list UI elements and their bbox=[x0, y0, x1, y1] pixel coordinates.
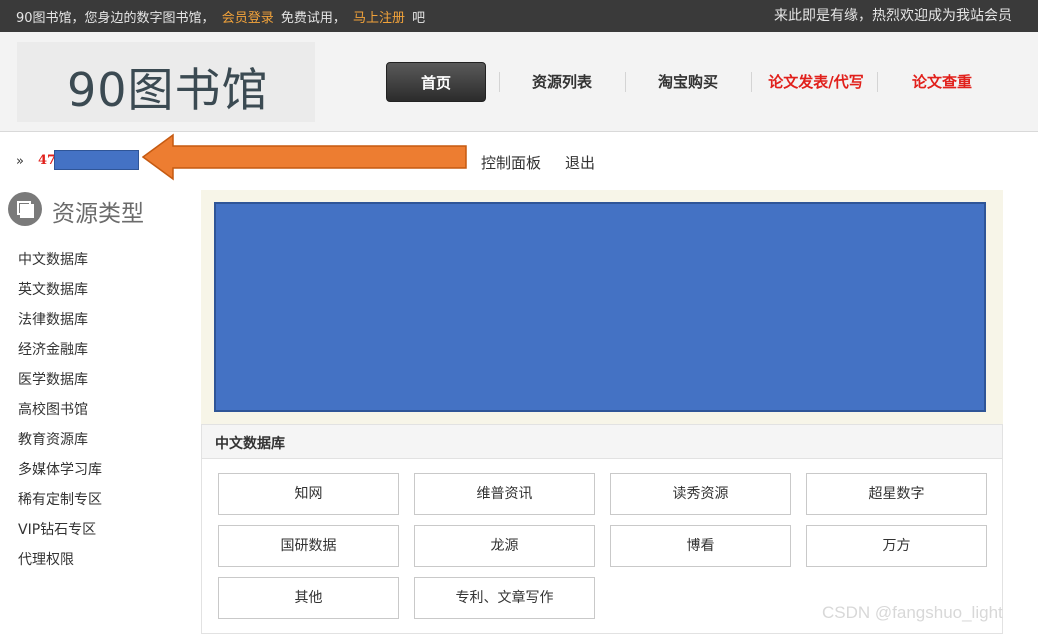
sidebar-item-education-db[interactable]: 教育资源库 bbox=[18, 430, 102, 460]
logout-link[interactable]: 退出 bbox=[565, 152, 595, 173]
logo-text: 90图书馆 bbox=[67, 63, 269, 117]
db-button-cnki[interactable]: 知网 bbox=[218, 473, 399, 515]
db-button-patent-writing[interactable]: 专利、文章写作 bbox=[414, 577, 595, 619]
sidebar-item-english-db[interactable]: 英文数据库 bbox=[18, 280, 102, 310]
sidebar-item-multimedia-db[interactable]: 多媒体学习库 bbox=[18, 460, 102, 490]
banner-panel bbox=[201, 190, 1003, 424]
db-button-other[interactable]: 其他 bbox=[218, 577, 399, 619]
register-link[interactable]: 马上注册 bbox=[353, 11, 405, 26]
redaction-box bbox=[54, 150, 139, 170]
sidebar-item-vip-zone[interactable]: VIP钻石专区 bbox=[18, 520, 102, 550]
sidebar-item-custom-zone[interactable]: 稀有定制专区 bbox=[18, 490, 102, 520]
nav-resource-list[interactable]: 资源列表 bbox=[506, 62, 618, 102]
site-logo[interactable]: 90图书馆 bbox=[17, 42, 315, 122]
top-bar: 90图书馆，您身边的数字图书馆， 会员登录 免费试用， 马上注册 吧 来此即是有… bbox=[0, 0, 1038, 32]
sidebar-item-agent-rights[interactable]: 代理权限 bbox=[18, 550, 102, 580]
welcome-suffix: 吧 bbox=[412, 11, 426, 26]
breadcrumb-marker: » bbox=[16, 154, 24, 169]
banner-redaction-box bbox=[214, 202, 986, 412]
login-link[interactable]: 会员登录 bbox=[222, 11, 274, 26]
nav-divider bbox=[877, 72, 878, 92]
nav-plagiarism-check[interactable]: 论文查重 bbox=[884, 62, 1000, 102]
control-panel-link[interactable]: 控制面板 bbox=[481, 152, 541, 173]
db-button-wanfang[interactable]: 万方 bbox=[806, 525, 987, 567]
welcome-text: 90图书馆，您身边的数字图书馆， bbox=[16, 11, 215, 26]
section-title: 中文数据库 bbox=[215, 436, 285, 452]
nav-taobao-buy[interactable]: 淘宝购买 bbox=[632, 62, 744, 102]
sidebar-item-chinese-db[interactable]: 中文数据库 bbox=[18, 250, 102, 280]
nav-divider bbox=[625, 72, 626, 92]
annotation-arrow-icon bbox=[142, 133, 467, 181]
site-header: 90图书馆 首页 资源列表 淘宝购买 论文发表/代写 论文查重 bbox=[0, 32, 1038, 132]
sidebar-item-medical-db[interactable]: 医学数据库 bbox=[18, 370, 102, 400]
db-button-longyuan[interactable]: 龙源 bbox=[414, 525, 595, 567]
sidebar-item-university-library[interactable]: 高校图书馆 bbox=[18, 400, 102, 430]
db-button-chaoxing[interactable]: 超星数字 bbox=[806, 473, 987, 515]
nav-home[interactable]: 首页 bbox=[386, 62, 486, 102]
db-button-vip[interactable]: 维普资讯 bbox=[414, 473, 595, 515]
sidebar-item-law-db[interactable]: 法律数据库 bbox=[18, 310, 102, 340]
sidebar-title: 资源类型 bbox=[52, 201, 144, 227]
slogan-text: 来此即是有缘，热烈欢迎成为我站会员 bbox=[774, 8, 1012, 24]
category-icon bbox=[8, 192, 42, 226]
sidebar-item-finance-db[interactable]: 经济金融库 bbox=[18, 340, 102, 370]
nav-divider bbox=[751, 72, 752, 92]
db-button-guoyan[interactable]: 国研数据 bbox=[218, 525, 399, 567]
welcome-bar: 90图书馆，您身边的数字图书馆， 会员登录 免费试用， 马上注册 吧 bbox=[16, 7, 425, 26]
sidebar-list: 中文数据库 英文数据库 法律数据库 经济金融库 医学数据库 高校图书馆 教育资源… bbox=[18, 250, 102, 580]
section-header: 中文数据库 bbox=[202, 425, 1002, 459]
db-button-bookan[interactable]: 博看 bbox=[610, 525, 791, 567]
nav-paper-publish[interactable]: 论文发表/代写 bbox=[756, 62, 876, 102]
db-button-duxiu[interactable]: 读秀资源 bbox=[610, 473, 791, 515]
nav-divider bbox=[499, 72, 500, 92]
watermark: CSDN @fangshuo_light bbox=[822, 603, 1003, 622]
trial-text: 免费试用， bbox=[280, 11, 346, 26]
